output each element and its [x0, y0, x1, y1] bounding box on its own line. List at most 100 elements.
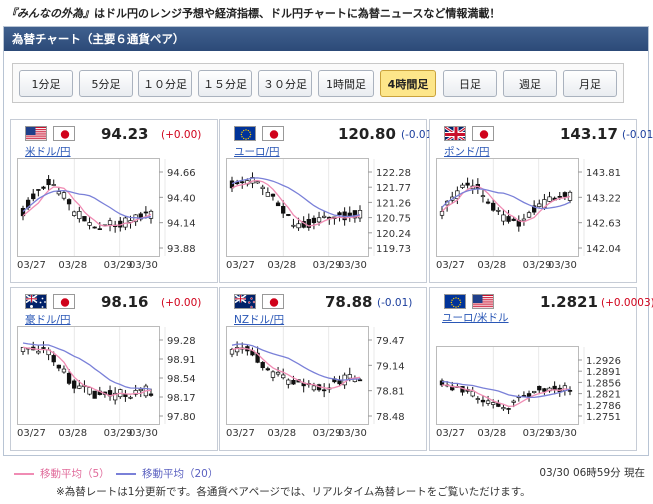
chart-frame [436, 158, 579, 257]
x-tick-label: 03/28 [477, 428, 506, 438]
rate-value: 94.23 [101, 125, 149, 143]
candle-body [270, 371, 276, 378]
period-button-1[interactable]: 1分足 [19, 70, 73, 97]
y-tick-label: 78.48 [376, 412, 405, 423]
y-tick-label: 143.22 [586, 193, 621, 204]
candle-body [480, 399, 486, 403]
candle-body [511, 218, 516, 221]
period-button-6[interactable]: 1時間足 [318, 70, 374, 97]
uk-flag-icon [444, 126, 466, 141]
period-button-5[interactable]: ３０分足 [258, 70, 312, 97]
candle-body [41, 347, 46, 349]
x-tick-label: 03/30 [548, 428, 577, 438]
candle-body [36, 189, 41, 191]
candle-body [56, 191, 61, 195]
candle-body [265, 192, 270, 197]
candle-body [138, 388, 143, 392]
us-flag-icon [472, 294, 494, 309]
ma20-line-swatch [116, 473, 136, 475]
candle-body [506, 408, 511, 410]
candle-body [92, 226, 97, 229]
candle-body [281, 206, 286, 214]
candle-body [296, 223, 301, 229]
x-tick-label: 03/30 [129, 428, 158, 438]
period-button-7[interactable]: 4時間足 [380, 70, 436, 97]
candle-body [51, 184, 56, 186]
candle-body [537, 385, 542, 391]
candle-body [567, 389, 573, 392]
candle-body [506, 216, 511, 222]
legend-ma20: 移動平均（20） [116, 466, 218, 481]
x-tick-label: 03/27 [17, 428, 46, 438]
candle-body [291, 379, 296, 385]
rate-change: (+0.00) [161, 297, 202, 309]
candle-body [322, 215, 327, 218]
candle-body [311, 385, 317, 391]
y-tick-label: 1.2786 [586, 401, 621, 412]
candle-body [465, 182, 470, 186]
period-button-2[interactable]: 5分足 [79, 70, 133, 97]
currency-card-1: 94.23 (+0.00) 米ドル/円 03/27 03/28 03/29 03/30 94.… [10, 119, 218, 283]
period-button-10[interactable]: 月足 [563, 70, 617, 97]
candle-body [275, 371, 281, 375]
pair-link[interactable]: 米ドル/円 [25, 144, 71, 159]
eu-flag-icon [234, 126, 256, 141]
candle-body [255, 181, 260, 184]
rate-value: 143.17 [560, 125, 618, 143]
candle-body [501, 407, 506, 410]
candle-body [66, 372, 72, 384]
period-button-8[interactable]: 日足 [443, 70, 497, 97]
x-tick-label: 03/30 [548, 260, 577, 270]
candle-body [291, 224, 296, 227]
au-flag-icon [25, 294, 47, 309]
chart-frame [17, 326, 160, 425]
pair-link[interactable]: ユーロ/円 [234, 144, 280, 159]
chart-frame [17, 158, 160, 257]
chart-frame [226, 158, 369, 257]
candle-body [485, 201, 491, 204]
y-tick-label: 93.88 [167, 244, 196, 255]
candle-body [521, 218, 527, 222]
x-tick-label: 03/27 [436, 260, 465, 270]
period-button-4[interactable]: １５分足 [198, 70, 252, 97]
candle-body [148, 393, 154, 396]
y-tick-label: 142.63 [586, 219, 621, 230]
candle-body [347, 212, 352, 217]
candle-body [475, 398, 480, 400]
rate-change: (-0.01) [622, 129, 653, 141]
pair-link[interactable]: ポンド/円 [444, 144, 490, 159]
candle-body [281, 374, 286, 379]
candle-body [275, 202, 281, 207]
period-button-9[interactable]: 週足 [503, 70, 557, 97]
y-tick-label: 121.77 [376, 183, 411, 194]
pair-link[interactable]: NZドル/円 [234, 312, 284, 327]
candle-body [72, 211, 77, 216]
x-tick-label: 03/27 [17, 260, 46, 270]
candle-body [485, 400, 491, 404]
pair-link[interactable]: ユーロ/米ドル [442, 312, 510, 325]
period-button-3[interactable]: １０分足 [138, 70, 192, 97]
nz-flag-icon [234, 294, 256, 309]
eu-flag-icon [444, 294, 466, 309]
candle-body [87, 387, 92, 395]
legend-ma5-label: 移動平均（5） [40, 468, 110, 480]
jp-flag-icon [262, 126, 284, 141]
candle-body [97, 228, 102, 231]
headline-text: はドル円のレンジ予想や経済指標、ドル円チャートに為替ニュースなど情報満載！ [94, 7, 501, 20]
legend-ma20-label: 移動平均（20） [142, 468, 219, 480]
y-tick-label: 1.2891 [586, 367, 621, 378]
rate-value: 1.2821 [540, 293, 598, 311]
y-tick-label: 120.24 [376, 229, 411, 240]
candlestick-chart: 03/27 03/28 03/2903/30122.28121.77121.2612… [226, 158, 411, 270]
candlestick-chart: 03/27 03/28 03/2903/3079.4779.1478.8178.48 [226, 326, 405, 438]
legend-ma5: 移動平均（5） [14, 466, 110, 481]
currency-card-4: 98.16 (+0.00) 豪ドル/円 03/27 03/28 03/29 03/30 99.… [10, 287, 218, 451]
candle-body [260, 362, 265, 369]
y-tick-label: 1.2751 [586, 412, 621, 423]
pair-link[interactable]: 豪ドル/円 [25, 312, 71, 327]
candle-body [532, 390, 537, 394]
candle-body [286, 379, 291, 385]
period-selector: 1分足 5分足 １０分足 １５分足 ３０分足 1時間足 4時間足 日足 週足 月足 [12, 63, 624, 103]
candle-body [480, 195, 486, 198]
candle-body [496, 209, 501, 212]
